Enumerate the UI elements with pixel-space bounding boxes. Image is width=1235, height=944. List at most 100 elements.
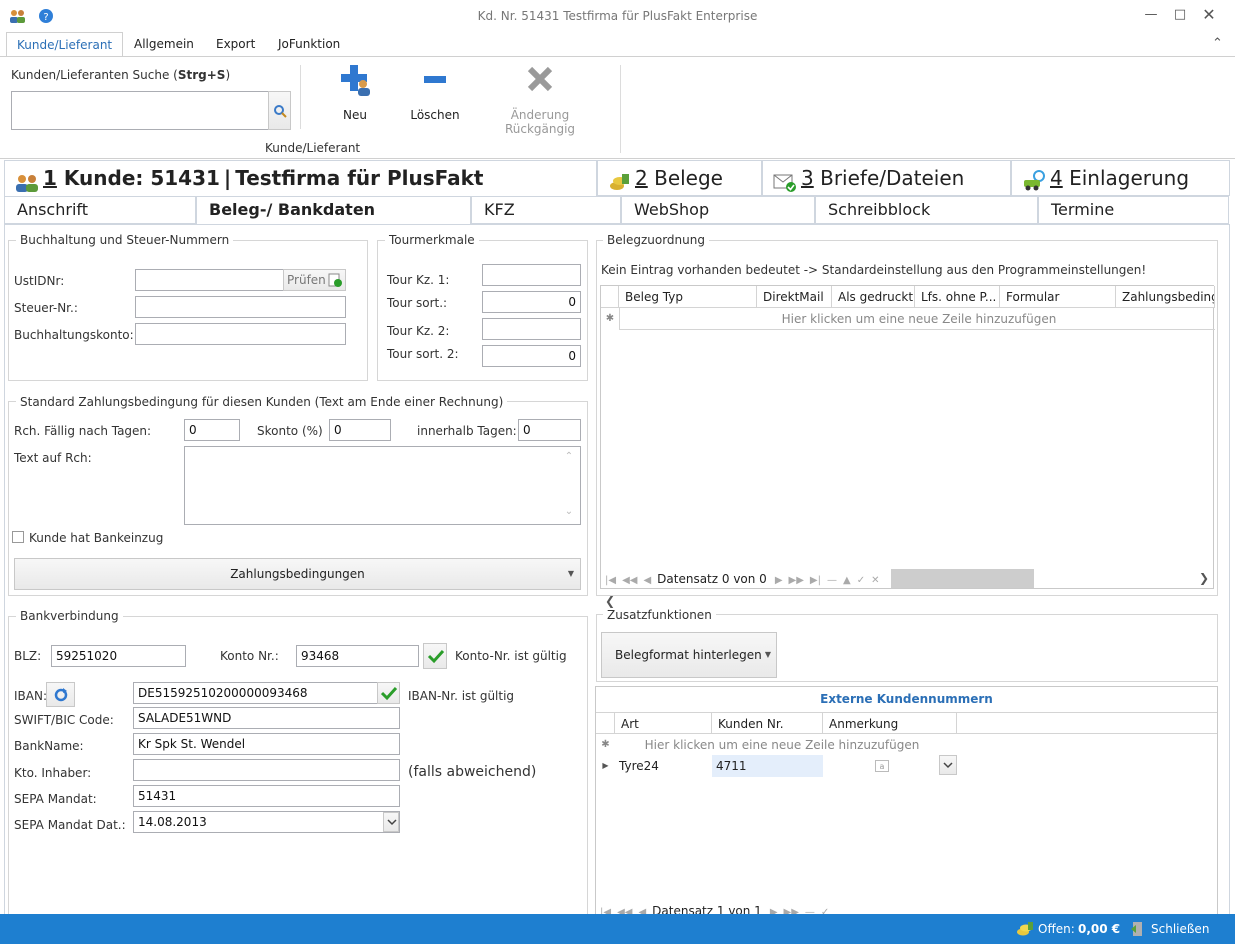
delete-button[interactable]: Löschen bbox=[405, 63, 465, 123]
tab-briefe-dateien[interactable]: 3 Briefe/Dateien bbox=[762, 160, 1011, 196]
mandat-dat-input[interactable]: 14.08.2013 bbox=[133, 811, 400, 833]
buchhaltungskonto-input[interactable] bbox=[135, 323, 346, 345]
belegformat-label: Belegformat hinterlegen bbox=[615, 648, 762, 662]
anmerkung-dropdown[interactable] bbox=[939, 755, 957, 775]
inhaber-input[interactable] bbox=[133, 759, 400, 781]
subtab-schreibblock[interactable]: Schreibblock bbox=[815, 196, 1038, 224]
tab-jofunktion[interactable]: JoFunktion bbox=[268, 32, 350, 57]
belegformat-button[interactable]: Belegformat hinterlegen ▼ bbox=[601, 632, 777, 678]
iban-input[interactable]: DE51592510200000093468 bbox=[133, 682, 378, 704]
close-app-button[interactable]: Schließen bbox=[1130, 918, 1220, 940]
col-direktmail[interactable]: DirektMail bbox=[757, 286, 832, 308]
search-input[interactable] bbox=[11, 91, 269, 130]
delete-record-icon[interactable]: — bbox=[827, 571, 837, 591]
col-art[interactable]: Art bbox=[615, 712, 712, 734]
close-button[interactable]: ✕ bbox=[1199, 6, 1219, 26]
faellig-label: Rch. Fällig nach Tagen: bbox=[14, 424, 152, 438]
new-row-prompt[interactable]: Hier klicken um eine neue Zeile hinzuzuf… bbox=[619, 308, 1215, 330]
mandat-dat-dropdown[interactable] bbox=[383, 812, 399, 832]
blz-input[interactable]: 59251020 bbox=[51, 645, 186, 667]
tab-export[interactable]: Export bbox=[206, 32, 265, 57]
next-record-icon[interactable]: ▶ bbox=[775, 571, 783, 591]
col-anmerkung[interactable]: Anmerkung bbox=[823, 712, 957, 734]
tour-sort2-input[interactable]: 0 bbox=[482, 345, 581, 367]
minimize-button[interactable]: — bbox=[1141, 6, 1161, 26]
cancel-record-icon[interactable]: ✕ bbox=[871, 571, 879, 591]
steuer-input[interactable] bbox=[135, 296, 346, 318]
ustid-input[interactable] bbox=[135, 269, 284, 291]
prev-record-icon[interactable]: ◀ bbox=[643, 571, 651, 591]
table-row[interactable]: Tyre24 bbox=[615, 755, 712, 777]
tab-belege[interactable]: 2 Belege bbox=[597, 160, 762, 196]
save-record-icon[interactable]: ✓ bbox=[857, 571, 865, 591]
text-edit-icon[interactable]: a bbox=[875, 760, 889, 775]
bic-label: SWIFT/BIC Code: bbox=[14, 713, 114, 727]
pruefen-button[interactable]: Prüfen bbox=[283, 269, 346, 291]
innerhalb-input[interactable]: 0 bbox=[518, 419, 581, 441]
col-lfs-ohne-p[interactable]: Lfs. ohne P... bbox=[915, 286, 1000, 308]
collapse-ribbon-icon[interactable]: ⌃ bbox=[1212, 36, 1223, 51]
tab-kunde-number: 1 bbox=[43, 166, 57, 190]
last-record-icon[interactable]: ▶| bbox=[810, 571, 821, 591]
faellig-input[interactable]: 0 bbox=[184, 419, 240, 441]
skonto-input[interactable]: 0 bbox=[329, 419, 391, 441]
zahlungsbedingungen-button[interactable]: Zahlungsbedingungen ▼ bbox=[14, 558, 581, 590]
tour-kz2-label: Tour Kz. 2: bbox=[387, 324, 450, 338]
col-zahlungsbedingung[interactable]: Zahlungsbedingu bbox=[1116, 286, 1215, 308]
belegzuordnung-grid[interactable]: Beleg Typ DirektMail Als gedruckt Lfs. o… bbox=[600, 285, 1215, 608]
textarea-scrollbar[interactable]: ⌃ ⌄ bbox=[558, 447, 580, 524]
subtab-termine[interactable]: Termine bbox=[1038, 196, 1229, 224]
search-label: Kunden/Lieferanten Suche (Strg+S) bbox=[11, 68, 231, 82]
scroll-left-icon[interactable]: ❮ bbox=[605, 594, 615, 608]
tour-kz1-input[interactable] bbox=[482, 264, 581, 286]
tab-allgemein[interactable]: Allgemein bbox=[124, 32, 204, 57]
subtab-anschrift[interactable]: Anschrift bbox=[4, 196, 196, 224]
horizontal-scrollbar-thumb[interactable] bbox=[891, 569, 1034, 588]
search-button[interactable] bbox=[268, 91, 291, 130]
konto-label: Konto Nr.: bbox=[220, 649, 279, 663]
col-beleg-typ[interactable]: Beleg Typ bbox=[619, 286, 757, 308]
col-formular[interactable]: Formular bbox=[1000, 286, 1116, 308]
scroll-right-icon[interactable]: ❯ bbox=[1199, 571, 1209, 585]
tab-kunde[interactable]: 1 Kunde: 51431 | Testfirma für PlusFakt … bbox=[4, 160, 597, 224]
subtab-beleg-bankdaten[interactable]: Beleg-/ Bankdaten bbox=[196, 196, 471, 225]
edit-record-icon[interactable]: ▲ bbox=[843, 571, 851, 591]
prev-page-icon[interactable]: ◀◀ bbox=[622, 571, 637, 591]
col-kunden-nr[interactable]: Kunden Nr. bbox=[712, 712, 823, 734]
tab-einlagerung[interactable]: 4 Einlagerung bbox=[1011, 160, 1230, 196]
tour-sort1-input[interactable]: 0 bbox=[482, 291, 581, 313]
buchhaltung-title: Buchhaltung und Steuer-Nummern bbox=[16, 233, 234, 247]
tour-sort1-label: Tour sort.: bbox=[387, 296, 448, 310]
text-rch-textarea[interactable] bbox=[184, 446, 581, 525]
first-record-icon[interactable]: |◀ bbox=[605, 571, 616, 591]
table-row[interactable]: 4711 bbox=[712, 755, 823, 777]
row-pointer-icon: ▶ bbox=[602, 761, 609, 770]
extern-title: Externe Kundennummern bbox=[820, 692, 993, 706]
belegzuordnung-navigator[interactable]: |◀ ◀◀ ◀ Datensatz 0 von 0 ▶ ▶▶ ▶| — ▲ ✓ ✕❮ bbox=[605, 569, 891, 608]
bank-title: Bankverbindung bbox=[16, 609, 123, 623]
bankname-input[interactable]: Kr Spk St. Wendel bbox=[133, 733, 400, 755]
new-row-prompt[interactable]: Hier klicken um eine neue Zeile hinzuzuf… bbox=[615, 734, 945, 756]
bic-input[interactable]: SALADE51WND bbox=[133, 707, 400, 729]
scroll-up-icon[interactable]: ⌃ bbox=[558, 451, 580, 462]
new-button[interactable]: Neu bbox=[330, 63, 380, 123]
undo-button[interactable]: Änderung Rückgängig bbox=[476, 63, 604, 136]
tour-kz2-input[interactable] bbox=[482, 318, 581, 340]
doc-check-icon bbox=[328, 273, 342, 293]
bankeinzug-checkbox[interactable] bbox=[12, 531, 24, 543]
next-page-icon[interactable]: ▶▶ bbox=[789, 571, 804, 591]
subtab-kfz[interactable]: KFZ bbox=[471, 196, 621, 224]
grid-indicator-column bbox=[619, 308, 620, 330]
konto-input[interactable]: 93468 bbox=[296, 645, 419, 667]
offen-value: 0,00 € bbox=[1078, 922, 1121, 936]
scroll-down-icon[interactable]: ⌄ bbox=[558, 506, 580, 517]
mandat-input[interactable]: 51431 bbox=[133, 785, 400, 807]
col-als-gedruckt[interactable]: Als gedruckt bbox=[832, 286, 915, 308]
coins-icon bbox=[1016, 921, 1034, 940]
subtab-webshop[interactable]: WebShop bbox=[621, 196, 815, 224]
belegzuordnung-info: Kein Eintrag vorhanden bedeutet -> Stand… bbox=[601, 263, 1147, 277]
tab-kunde-lieferant[interactable]: Kunde/Lieferant bbox=[6, 32, 124, 57]
iban-calc-button[interactable] bbox=[46, 682, 75, 707]
maximize-button[interactable]: □ bbox=[1170, 6, 1190, 26]
extern-grid[interactable]: Externe Kundennummern Art Kunden Nr. Anm… bbox=[595, 686, 1218, 915]
